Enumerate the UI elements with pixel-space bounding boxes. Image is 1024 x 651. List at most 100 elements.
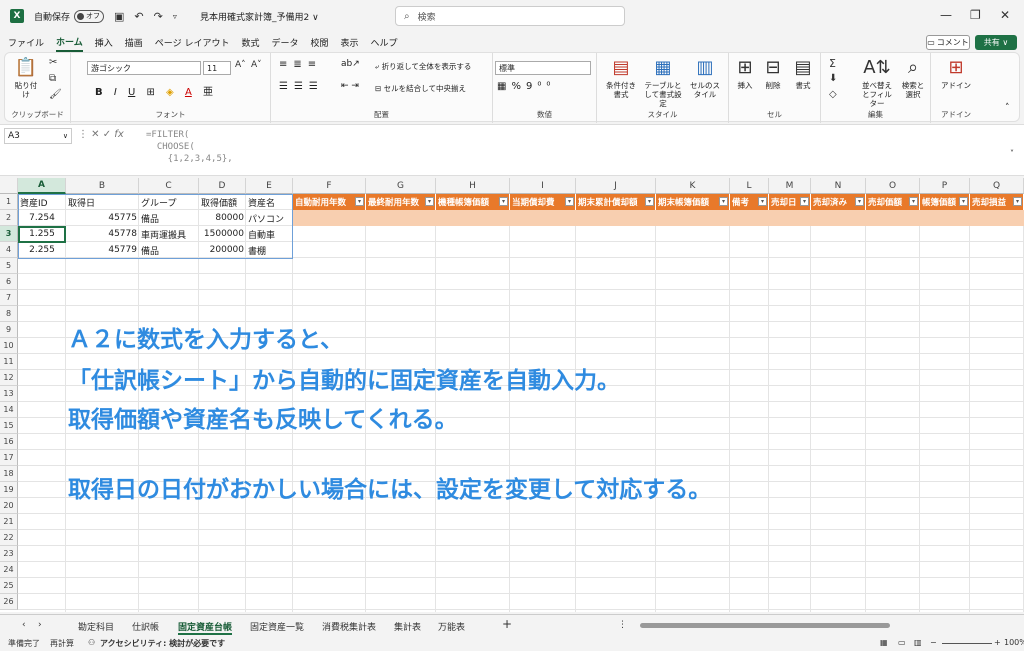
select-all-corner[interactable]: [0, 178, 18, 194]
tab-file[interactable]: ファイル: [8, 34, 44, 51]
document-title[interactable]: 見本用確式家計簿_予備用2 ∨: [200, 10, 319, 23]
horizontal-align-icons[interactable]: ☰☰☰: [279, 81, 324, 92]
row-header[interactable]: 11: [0, 354, 18, 370]
column-header-j[interactable]: J: [576, 178, 656, 194]
cell[interactable]: 2.255: [18, 242, 66, 258]
cell[interactable]: 7.254: [18, 210, 66, 226]
tab-formulas[interactable]: 数式: [241, 34, 259, 51]
cell[interactable]: グループ: [139, 194, 199, 210]
row-header[interactable]: 26: [0, 594, 18, 610]
restore-icon[interactable]: ❐: [970, 8, 981, 22]
font-size-select[interactable]: 11: [203, 61, 231, 75]
tab-draw[interactable]: 描画: [125, 34, 143, 51]
cell[interactable]: 200000: [199, 242, 246, 258]
sheet-tab[interactable]: 万能表: [438, 620, 465, 633]
column-header-c[interactable]: C: [139, 178, 199, 194]
cell[interactable]: 45775: [66, 210, 139, 226]
cell[interactable]: 取得日: [66, 194, 139, 210]
status-recalc[interactable]: 再計算: [50, 638, 74, 649]
row-header[interactable]: 3: [0, 226, 18, 242]
tab-review[interactable]: 校閲: [311, 34, 329, 51]
delete-cells-button[interactable]: ⊟ 削除: [761, 57, 785, 90]
row-header[interactable]: 20: [0, 498, 18, 514]
sheet-tab[interactable]: 固定資産一覧: [250, 620, 304, 633]
table-header-cell[interactable]: 期末帳簿価額 ▾: [656, 194, 730, 210]
phonetic-icon[interactable]: 亜: [203, 83, 213, 98]
italic-icon[interactable]: I: [114, 87, 117, 98]
sheet-tab[interactable]: 仕訳帳: [132, 620, 159, 633]
column-header-i[interactable]: I: [510, 178, 576, 194]
format-as-table-button[interactable]: ▦ テーブルとして書式設定: [641, 57, 685, 108]
row-header[interactable]: 4: [0, 242, 18, 258]
filter-dropdown-icon[interactable]: ▾: [499, 197, 508, 206]
table-header-cell[interactable]: 機種帳簿価額 ▾: [436, 194, 510, 210]
column-header-g[interactable]: G: [366, 178, 436, 194]
filter-dropdown-icon[interactable]: ▾: [1013, 197, 1022, 206]
bold-icon[interactable]: B: [95, 87, 103, 98]
zoom-slider[interactable]: [942, 643, 992, 644]
formula-input[interactable]: =FILTER( CHOOSE( {1,2,3,4,5},: [146, 129, 233, 165]
column-header-k[interactable]: K: [656, 178, 730, 194]
undo-icon[interactable]: ↶: [134, 10, 143, 23]
column-header-d[interactable]: D: [199, 178, 246, 194]
row-header[interactable]: 25: [0, 578, 18, 594]
row-header[interactable]: 23: [0, 546, 18, 562]
row-header[interactable]: 2: [0, 210, 18, 226]
wrap-text-button[interactable]: ⤶ 折り返して全体を表示する: [375, 61, 471, 72]
name-box[interactable]: A3 ∨: [4, 128, 72, 144]
autosave-toggle[interactable]: オフ: [74, 9, 105, 23]
filter-dropdown-icon[interactable]: ▾: [565, 197, 574, 206]
row-header[interactable]: 19: [0, 482, 18, 498]
cell[interactable]: 45779: [66, 242, 139, 258]
filter-dropdown-icon[interactable]: ▾: [719, 197, 728, 206]
column-header-q[interactable]: Q: [970, 178, 1024, 194]
tab-data[interactable]: データ: [271, 34, 298, 51]
cell[interactable]: 取得価額: [199, 194, 246, 210]
column-header-l[interactable]: L: [730, 178, 769, 194]
autosum-icon[interactable]: Σ: [829, 57, 836, 70]
row-header[interactable]: 7: [0, 290, 18, 306]
underline-icon[interactable]: U: [128, 87, 135, 98]
insert-cells-button[interactable]: ⊞ 挿入: [733, 57, 757, 90]
font-color-icon[interactable]: A: [185, 87, 192, 98]
row-header[interactable]: 6: [0, 274, 18, 290]
filter-dropdown-icon[interactable]: ▾: [855, 197, 864, 206]
close-icon[interactable]: ✕: [1000, 8, 1010, 22]
cell[interactable]: 車両運搬具: [139, 226, 199, 242]
row-header[interactable]: 14: [0, 402, 18, 418]
border-icon[interactable]: ⊞: [146, 87, 154, 98]
table-header-cell[interactable]: 自動耐用年数 ▾: [293, 194, 366, 210]
fill-color-icon[interactable]: ◈: [166, 87, 174, 98]
row-header[interactable]: 9: [0, 322, 18, 338]
number-format-select[interactable]: 標準: [495, 61, 591, 75]
row-header[interactable]: 10: [0, 338, 18, 354]
sort-filter-button[interactable]: A⇅ 並べ替えとフィルター: [859, 57, 895, 108]
find-select-button[interactable]: ⌕ 検索と選択: [899, 57, 927, 99]
tab-home[interactable]: ホーム: [56, 33, 83, 52]
clear-icon[interactable]: ◇: [829, 89, 837, 100]
cell[interactable]: 自動車: [246, 226, 293, 242]
page-break-icon[interactable]: ▥: [914, 638, 922, 647]
conditional-format-button[interactable]: ▤ 条件付き書式: [603, 57, 639, 99]
cut-icon[interactable]: ✂: [49, 57, 57, 68]
cell[interactable]: 書棚: [246, 242, 293, 258]
increase-font-icon[interactable]: A˄: [235, 60, 246, 70]
column-header-b[interactable]: B: [66, 178, 139, 194]
copy-icon[interactable]: ⧉: [49, 73, 56, 84]
redo-icon[interactable]: ↷: [154, 10, 163, 23]
formula-controls[interactable]: ⋮ ✕ ✓ fx: [78, 129, 124, 140]
cell[interactable]: 資産ID: [18, 194, 66, 210]
fill-icon[interactable]: ⬇: [829, 73, 837, 84]
cell[interactable]: 45778: [66, 226, 139, 242]
orientation-icon[interactable]: ab↗: [341, 59, 360, 69]
row-header[interactable]: 1: [0, 194, 18, 210]
filter-dropdown-icon[interactable]: ▾: [909, 197, 918, 206]
add-sheet-icon[interactable]: +: [502, 617, 512, 631]
table-header-cell[interactable]: 最終耐用年数 ▾: [366, 194, 436, 210]
indent-icons[interactable]: ⇤ ⇥: [341, 81, 359, 91]
row-header[interactable]: 5: [0, 258, 18, 274]
save-icon[interactable]: ▣: [114, 10, 124, 23]
format-cells-button[interactable]: ▤ 書式: [791, 57, 815, 90]
expand-formula-icon[interactable]: ˅: [1010, 149, 1014, 158]
row-header[interactable]: 21: [0, 514, 18, 530]
